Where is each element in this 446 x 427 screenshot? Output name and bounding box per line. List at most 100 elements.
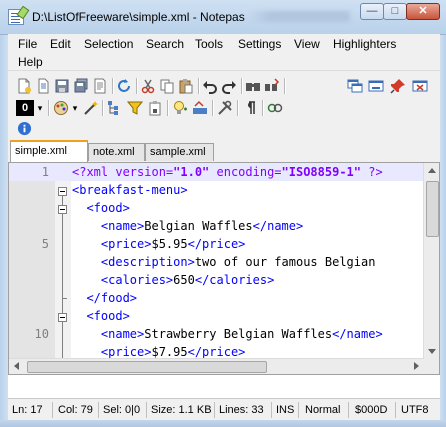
code-text: <name>Strawberry Belgian Waffles</name> [100,327,383,341]
menu-highlighters[interactable]: Highlighters [333,37,396,51]
info-icon[interactable] [17,121,32,136]
status-encoding[interactable]: UTF8 [401,404,429,416]
status-line: Ln: 17 [12,404,43,416]
document-tabs: simple.xml note.xml sample.xml [8,139,440,162]
code-line[interactable]: <food> [9,307,439,325]
menu-selection[interactable]: Selection [84,37,133,51]
magic-wand-icon[interactable] [83,100,99,116]
code-line[interactable]: <breakfast-menu> [9,181,439,199]
copy-icon[interactable] [159,78,175,94]
scroll-up-icon[interactable] [428,168,436,173]
code-text: <description>two of our famous Belgian [100,255,376,269]
maximize-button[interactable]: □ [383,3,407,20]
fold-toggle-food[interactable] [58,313,67,322]
new-file-icon[interactable] [16,78,32,94]
status-separator [348,402,349,418]
status-separator [52,402,53,418]
menu-settings[interactable]: Settings [238,37,281,51]
toolbar-separator [241,78,242,94]
status-separator [298,402,299,418]
horizontal-scrollbar[interactable] [9,358,424,374]
code-text: <food> [86,201,130,215]
editor-area[interactable]: 1 <?xml version="1.0" encoding="ISO8859-1… [8,162,440,375]
code-text: <price>$5.95</price> [100,237,246,251]
redo-icon[interactable] [221,78,237,94]
replace-icon[interactable] [264,78,280,94]
menu-search[interactable]: Search [146,37,184,51]
clipboard-lock-icon[interactable] [147,100,163,116]
save-all-icon[interactable] [73,78,89,94]
fold-toggle-breakfast-menu[interactable] [58,187,67,196]
toolbar-separator [237,100,238,116]
title-bar: D:\ListOfFreeware\simple.xml - Notepas —… [0,0,446,35]
fold-toggle-food[interactable] [58,205,67,214]
status-selection: Sel: 0|0 [103,404,141,416]
tab-sample-xml[interactable]: sample.xml [145,143,214,161]
spell-check-icon[interactable] [192,100,208,116]
code-line[interactable]: <description>two of our famous Belgian [9,253,439,271]
chevron-down-icon[interactable]: ▾ [70,100,80,116]
code-text: <name>Belgian Waffles</name> [100,219,304,233]
chevron-down-icon[interactable]: ▾ [35,100,45,116]
tree-icon[interactable] [107,100,123,116]
undo-icon[interactable] [202,78,218,94]
open-file-icon[interactable] [35,78,51,94]
macro-icon[interactable] [267,100,283,116]
window-frame-right [440,34,446,420]
vertical-scroll-thumb[interactable] [426,181,439,237]
pin-icon[interactable] [390,78,406,94]
status-style[interactable]: Normal [305,404,340,416]
status-separator [395,402,396,418]
menu-view[interactable]: View [294,37,320,51]
code-line[interactable]: 10 <name>Strawberry Belgian Waffles</nam… [9,325,439,343]
scroll-left-icon[interactable] [14,362,19,370]
filter-icon[interactable] [127,100,143,116]
toolbar-separator [136,78,137,94]
menu-tools[interactable]: Tools [195,37,223,51]
save-icon[interactable] [54,78,70,94]
toolbar-separator [102,100,103,116]
code-line[interactable]: <calories>650</calories> [9,271,439,289]
code-line[interactable]: </food> [9,289,439,307]
tile-windows-icon[interactable] [347,78,363,94]
vertical-scrollbar[interactable] [423,163,439,374]
tab-simple-xml[interactable]: simple.xml [10,140,88,162]
code-text: <?xml version="1.0" encoding="ISO8859-1"… [72,165,383,179]
minimize-button[interactable]: — [360,3,384,20]
menu-bar: File Edit Selection Search Tools Setting… [8,34,440,70]
status-bar: Ln: 17 Col: 79 Sel: 0|0 Size: 1.1 KB Lin… [8,398,440,421]
window-frame-left [0,34,8,420]
horizontal-scroll-thumb[interactable] [27,361,267,373]
color-palette-icon[interactable] [53,100,69,116]
menu-file[interactable]: File [18,37,37,51]
cut-icon[interactable] [140,78,156,94]
toolbar-separator [112,78,113,94]
tools-icon[interactable] [217,100,233,116]
code-text: <food> [86,309,130,323]
close-document-icon[interactable] [412,78,428,94]
scroll-right-icon[interactable] [414,362,419,370]
status-char-code: $000D [355,404,388,416]
code-line[interactable]: 1 <?xml version="1.0" encoding="ISO8859-1… [9,163,439,181]
code-line[interactable]: <name>Belgian Waffles</name> [9,217,439,235]
paste-icon[interactable] [178,78,194,94]
tab-note-xml[interactable]: note.xml [88,143,145,161]
pilcrow-icon[interactable] [242,100,258,116]
page-icon[interactable] [92,78,108,94]
status-insert-mode[interactable]: INS [276,404,294,416]
reload-icon[interactable] [116,78,132,94]
code-line[interactable]: <food> [9,199,439,217]
hide-window-icon[interactable] [368,78,384,94]
find-icon[interactable] [245,78,261,94]
toolbar-separator [167,100,168,116]
menu-help[interactable]: Help [18,55,43,69]
status-size: Size: 1.1 KB [151,404,212,416]
menu-edit[interactable]: Edit [50,37,71,51]
code-line[interactable]: 5 <price>$5.95</price> [9,235,439,253]
status-col: Col: 79 [58,404,93,416]
line-number: 5 [41,237,49,251]
scroll-down-icon[interactable] [428,349,436,354]
zoom-level-badge[interactable]: 0 [16,100,34,116]
close-button[interactable]: ✕ [406,3,440,20]
bulb-icon[interactable] [172,100,188,116]
